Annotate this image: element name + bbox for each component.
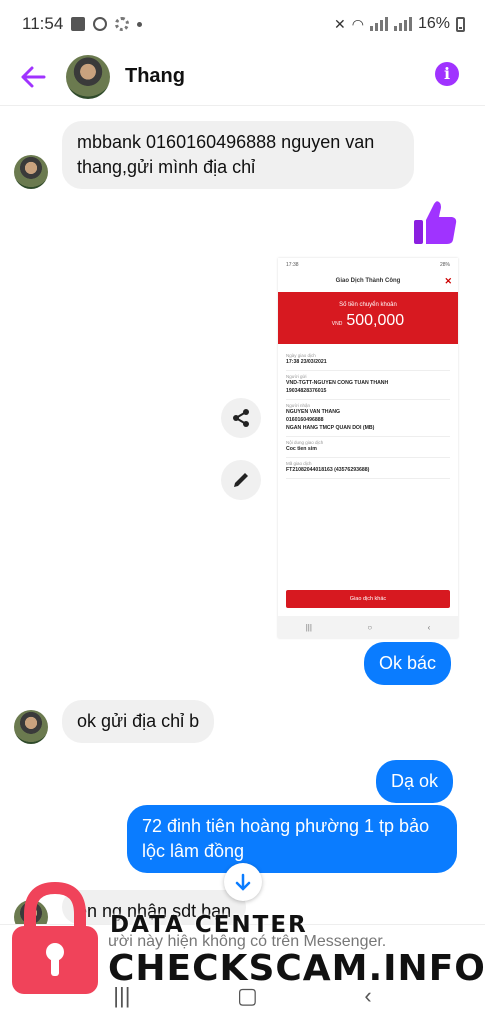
close-icon: ✕: [444, 276, 452, 286]
receipt-row: Người gửi VND-TGTT-NGUYEN CONG TUAN THANH…: [286, 371, 450, 400]
edit-button[interactable]: [221, 460, 261, 500]
receipt-nav-bar: ||| ○ ‹: [278, 616, 458, 638]
amount-banner: Số tiền chuyển khoản VND 500,000: [278, 292, 458, 344]
sender-avatar[interactable]: [14, 155, 48, 189]
currency: VND: [331, 321, 343, 327]
receipt-row: Ngày giao dịch 17:38 23/03/2021: [286, 350, 450, 371]
wifi-icon: ◠: [351, 15, 364, 32]
status-bar: 11:54 ✕ ◠ 16%: [0, 0, 485, 48]
receipt-row: Người nhận NGUYEN VAN THANG 0160160496888…: [286, 400, 450, 437]
other-transaction-button: Giao dịch khác: [286, 590, 450, 608]
receipt-row: Mã giao dịch FT21082044018163 (4357629368…: [286, 458, 450, 479]
receipt-status-time: 17:38: [286, 262, 299, 268]
mute-icon: ✕: [334, 15, 346, 32]
watermark-line2: CHECKSCAM.INFO: [108, 948, 485, 989]
scroll-to-bottom-button[interactable]: [224, 863, 262, 901]
signal-icon: [369, 17, 388, 31]
outgoing-message[interactable]: 72 đinh tiên hoàng phường 1 tp bảo lộc l…: [127, 805, 457, 873]
share-button[interactable]: [221, 398, 261, 438]
info-icon[interactable]: i: [435, 62, 459, 86]
receipt-image[interactable]: 17:38 28% Giao Dịch Thành Công ✕ Số tiền c…: [278, 258, 458, 638]
back-arrow-icon: [21, 66, 46, 87]
chat-header: Thang i: [0, 48, 485, 106]
pencil-icon: [234, 473, 248, 487]
back-button[interactable]: [20, 65, 46, 89]
share-icon: [233, 409, 249, 427]
receipt-row: Nội dung giao dịch Coc tien sim: [286, 437, 450, 458]
contact-avatar[interactable]: [66, 54, 110, 99]
incoming-message[interactable]: mbbank 0160160496888 nguyen van thang,gử…: [62, 121, 414, 189]
battery-percent: 16%: [417, 15, 450, 32]
clock: 11:54: [22, 14, 64, 33]
amount-value: 500,000: [346, 312, 405, 329]
sender-avatar[interactable]: [14, 710, 48, 744]
battery-icon: [456, 16, 465, 32]
thumbs-up-icon[interactable]: [412, 198, 458, 248]
incoming-message[interactable]: ok gửi địa chỉ b: [62, 700, 215, 743]
arrow-down-icon: [235, 873, 251, 891]
outgoing-message[interactable]: Ok bác: [364, 642, 452, 685]
watermark-line1: DATA CENTER: [110, 912, 308, 938]
receipt-title: Giao Dịch Thành Công: [335, 278, 401, 284]
gallery-icon: [71, 17, 86, 31]
outgoing-message[interactable]: Dạ ok: [376, 760, 454, 803]
signal-2-icon: [393, 17, 412, 31]
amount-label: Số tiền chuyển khoản: [339, 302, 397, 308]
chrome-icon: [93, 17, 108, 31]
receipt-status-right: 28%: [439, 262, 450, 268]
settings-icon: [115, 17, 130, 31]
contact-name[interactable]: Thang: [125, 65, 185, 88]
more-notifications-icon: [137, 21, 143, 27]
lock-icon: [12, 881, 98, 994]
